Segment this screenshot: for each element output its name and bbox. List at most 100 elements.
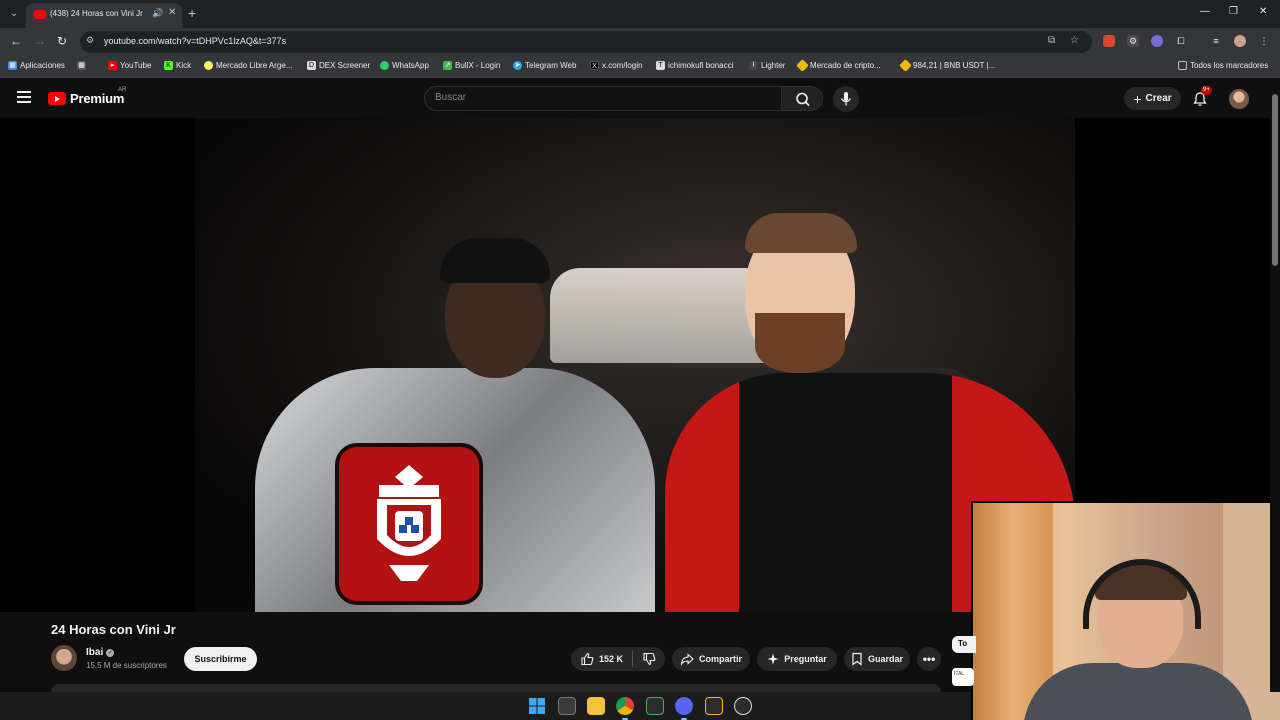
bookmark-ichimoku[interactable]: Tichimokufi bonacci xyxy=(656,61,733,70)
like-divider xyxy=(632,651,634,667)
speaker-icon[interactable]: 🔊 xyxy=(152,8,163,19)
thumbs-up-icon xyxy=(581,652,594,666)
extension-fox-icon[interactable] xyxy=(1103,35,1115,47)
apps-grid-icon: ▦ xyxy=(8,61,17,70)
save-label: Guardar xyxy=(867,654,903,664)
all-bookmarks-folder[interactable]: Todos los marcadores xyxy=(1178,61,1268,70)
subscribe-button[interactable]: Suscribirme xyxy=(184,647,257,671)
bullx-icon: ↗ xyxy=(443,61,452,70)
tradingview-taskbar-icon[interactable] xyxy=(646,697,664,715)
sparkle-icon xyxy=(767,653,779,665)
media-controls-icon[interactable]: ≡ xyxy=(1210,35,1222,47)
share-arrow-icon xyxy=(680,653,694,666)
search-input[interactable] xyxy=(435,92,755,103)
bookmark-mercadolibre[interactable]: Mercado Libre Arge... xyxy=(204,61,292,70)
dexscreener-icon: D xyxy=(307,61,316,70)
more-actions-button[interactable]: ••• xyxy=(917,647,941,671)
windows-start-icon[interactable] xyxy=(528,697,546,715)
bookmark-mercado-cripto[interactable]: Mercado de cripto... xyxy=(796,59,881,72)
save-button[interactable]: Guardar xyxy=(844,647,910,671)
bookmark-x[interactable]: Xx.com/login xyxy=(590,61,642,70)
bookmark-lighter[interactable]: ƚ Lighter xyxy=(749,61,785,70)
browser-tab-active[interactable]: (438) 24 Horas con Vini Jr 🔊 ✕ xyxy=(26,3,182,28)
folder-icon xyxy=(1178,61,1187,70)
region-code: AR xyxy=(118,87,127,93)
obs-icon[interactable] xyxy=(734,697,752,715)
search-box[interactable] xyxy=(424,86,782,111)
youtube-icon: ▸ xyxy=(108,61,117,70)
binance-icon xyxy=(796,59,809,72)
bookmarks-bar: ▦ Aplicaciones ▦ ▸ YouTube K Kick Mercado L… xyxy=(0,56,1280,78)
address-bar[interactable]: ⚙ youtube.com/watch?v=tDHPVc1lzAQ&t=377s… xyxy=(80,31,1092,53)
discord-icon[interactable] xyxy=(675,697,693,720)
youtube-header: Premium AR + Crear 9+ xyxy=(0,78,1280,118)
search-button[interactable] xyxy=(781,86,823,111)
like-dislike-group: 152 K xyxy=(571,647,665,671)
tab-close-icon[interactable]: ✕ xyxy=(168,7,176,18)
bookmark-star-icon[interactable]: ☆ xyxy=(1070,35,1079,46)
ask-button[interactable]: Preguntar xyxy=(757,647,837,671)
minimize-button[interactable]: — xyxy=(1200,6,1210,17)
hamburger-menu-icon[interactable] xyxy=(17,91,31,103)
bookmark-whatsapp[interactable]: WhatsApp xyxy=(380,61,429,70)
bookmark-youtube[interactable]: ▸ YouTube xyxy=(108,61,151,70)
extensions-puzzle-icon[interactable]: ⧠ xyxy=(1175,35,1187,47)
logo-text: Premium xyxy=(70,91,125,106)
grid-icon: ▦ xyxy=(77,61,86,70)
chrome-menu-icon[interactable]: ⋮ xyxy=(1258,35,1270,47)
bookmark-kick[interactable]: K Kick xyxy=(164,61,191,70)
reload-icon[interactable]: ↻ xyxy=(57,34,67,48)
close-window-button[interactable]: ✕ xyxy=(1259,6,1267,17)
bookmark-bnb-usdt[interactable]: 984,21 | BNB USDT |... xyxy=(899,59,995,72)
share-label: Compartir xyxy=(698,654,742,664)
tab-title: (438) 24 Horas con Vini Jr xyxy=(50,9,143,18)
browser-toolbar: ← → ↻ ⚙ youtube.com/watch?v=tDHPVc1lzAQ&… xyxy=(0,28,1280,56)
extension-purple-icon[interactable] xyxy=(1151,35,1163,47)
extension-settings-icon[interactable]: ⚙ xyxy=(1127,35,1139,47)
headset-icon xyxy=(1083,559,1201,629)
app-taskbar-icon[interactable] xyxy=(705,697,723,715)
bookmark-dexscreener[interactable]: D DEX Screener xyxy=(307,61,370,70)
youtube-premium-logo[interactable]: Premium AR xyxy=(48,87,126,106)
create-button[interactable]: + Crear xyxy=(1124,87,1181,110)
x-icon: X xyxy=(590,61,599,70)
voice-search-button[interactable] xyxy=(833,86,859,112)
bookmark-bullx[interactable]: ↗ BullX - Login xyxy=(443,61,500,70)
mercadolibre-icon xyxy=(204,61,213,70)
notifications-button[interactable]: 9+ xyxy=(1192,86,1212,107)
page-scrollbar[interactable] xyxy=(1270,78,1280,692)
like-button[interactable]: 152 K xyxy=(580,652,623,666)
file-explorer-icon[interactable] xyxy=(587,697,605,715)
account-avatar[interactable] xyxy=(1229,89,1249,109)
install-app-icon[interactable]: ⧉ xyxy=(1048,35,1055,46)
site-info-icon[interactable]: ⚙ xyxy=(86,35,94,46)
tab-search-chevron-icon[interactable]: ⌄ xyxy=(6,6,22,22)
forward-arrow-icon[interactable]: → xyxy=(34,34,46,48)
back-arrow-icon[interactable]: ← xyxy=(10,34,22,48)
task-view-icon[interactable] xyxy=(558,697,576,715)
description-box[interactable] xyxy=(51,684,941,692)
share-button[interactable]: Compartir xyxy=(672,647,750,671)
maximize-button[interactable]: ❐ xyxy=(1229,6,1238,17)
like-count: 152 K xyxy=(598,654,624,664)
filter-chip-all[interactable]: To xyxy=(952,636,976,653)
channel-avatar[interactable] xyxy=(51,645,77,671)
bookmark-grid[interactable]: ▦ xyxy=(77,61,86,70)
bookmark-telegram[interactable]: ➤ Telegram Web xyxy=(513,61,576,70)
profile-avatar-icon[interactable] xyxy=(1234,35,1246,47)
new-tab-button[interactable]: + xyxy=(188,5,196,21)
url-text[interactable]: youtube.com/watch?v=tDHPVc1lzAQ&t=377s xyxy=(104,36,286,46)
crest-emblem-icon xyxy=(377,465,441,581)
whatsapp-icon xyxy=(380,61,389,70)
scrollbar-thumb[interactable] xyxy=(1272,94,1278,266)
channel-name-link[interactable]: Ibai ✓ xyxy=(86,647,115,658)
dislike-button[interactable] xyxy=(642,652,656,666)
related-video-thumbnail[interactable]: ITAL xyxy=(952,668,974,686)
subscriber-count: 15,5 M de suscriptores xyxy=(86,661,167,670)
lighter-icon: ƚ xyxy=(749,61,758,70)
video-frame xyxy=(195,118,1075,612)
webcam-overlay xyxy=(971,501,1280,720)
chrome-icon[interactable] xyxy=(616,697,634,720)
bookmark-aplicaciones[interactable]: ▦ Aplicaciones xyxy=(8,61,65,70)
kick-icon: K xyxy=(164,61,173,70)
